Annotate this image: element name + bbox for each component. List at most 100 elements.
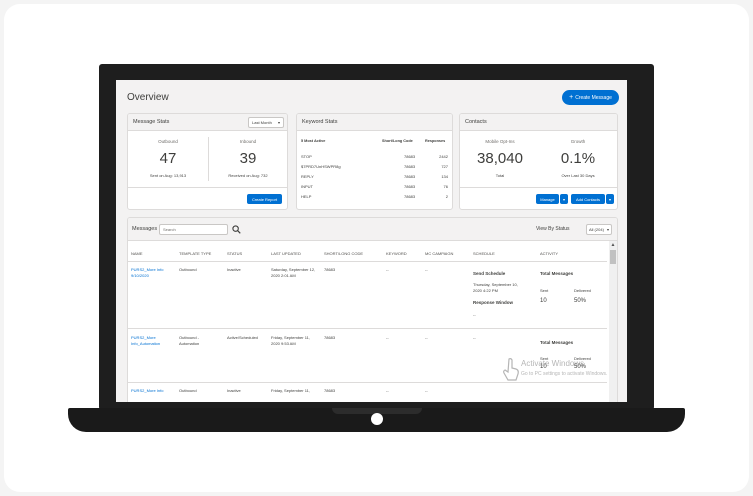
message-stats-header: Message Stats Last Month ▾ <box>128 114 287 131</box>
col-mc-campaign[interactable]: MC CAMPAIGN <box>425 251 453 256</box>
watermark-title: Activate Windows <box>521 359 585 368</box>
col-name[interactable]: NAME <box>131 251 143 256</box>
scroll-up-icon[interactable]: ▲ <box>610 242 616 248</box>
keyword-code: 78683 <box>404 154 416 159</box>
keyword-name: $7PRD7UnHSWPR8g <box>301 164 341 169</box>
contacts-title: Contacts <box>465 119 487 125</box>
template-type-line2: Automation <box>179 341 200 346</box>
col-template-type[interactable]: TEMPLATE TYPE <box>179 251 211 256</box>
optins-value: 38,040 <box>477 150 523 167</box>
last-updated-line2: 2020 2:01 AM <box>271 273 296 278</box>
mc-campaign: -- <box>425 335 428 340</box>
kw-col-most-active: 5 Most Active <box>301 139 326 143</box>
col-last-updated[interactable]: LAST UPDATED <box>271 251 301 256</box>
keyword: -- <box>386 267 389 272</box>
code: 78683 <box>324 388 336 393</box>
col-keyword[interactable]: KEYWORD <box>386 251 407 256</box>
message-name-link[interactable]: PURS2_More Info <box>131 388 163 394</box>
keyword-row: HELP 78683 2 <box>297 192 452 202</box>
inbound-value: 39 <box>239 150 257 167</box>
send-schedule-title: Send Schedule <box>473 271 506 276</box>
outbound-label: Outbound <box>158 139 178 144</box>
card-divider <box>460 187 617 188</box>
status-filter-select[interactable]: All (204) ▾ <box>586 224 612 235</box>
header-divider <box>128 261 607 262</box>
col-activity[interactable]: ACTIVITY <box>540 251 558 256</box>
keyword-code: 78683 <box>404 184 416 189</box>
sent-label: Sent <box>540 288 549 293</box>
keyword-responses: 2 <box>445 194 448 199</box>
schedule-value: -- <box>473 335 476 340</box>
inbound-stat: Inbound 39 Received on Aug: 732 <box>210 139 286 178</box>
scroll-thumb[interactable] <box>610 250 616 264</box>
last-updated-line2: 2020 9:53 AM <box>271 341 296 346</box>
growth-value: 0.1% <box>560 150 596 167</box>
sent-value: 10 <box>540 298 547 304</box>
status: Active/Scheduled <box>227 335 258 340</box>
keyword-name: REPLY <box>301 174 314 179</box>
growth-label: Growth <box>570 139 586 144</box>
growth-stat: Growth 0.1% Over Last 30 Days <box>540 139 616 178</box>
keyword-code: 78683 <box>404 194 416 199</box>
last-updated: Friday, September 11, <box>271 388 310 393</box>
period-select[interactable]: Last Month ▾ <box>248 117 284 128</box>
watermark-subtitle: Go to PC settings to activate Windows. <box>521 371 608 377</box>
keyword-row: REPLY 78683 134 <box>297 172 452 182</box>
activity-title: Total Messages <box>540 271 574 276</box>
chevron-down-icon: ▾ <box>606 227 609 232</box>
keyword-responses: 76 <box>443 184 448 189</box>
keyword: -- <box>386 335 389 340</box>
period-select-value: Last Month <box>252 120 272 125</box>
stat-divider <box>208 137 209 181</box>
keyword-name: INPUT <box>301 184 313 189</box>
message-stats-card: Message Stats Last Month ▾ Outbound 47 S… <box>127 113 288 210</box>
template-type: Outbound <box>179 388 197 393</box>
page-title: Overview <box>127 92 169 103</box>
manage-button[interactable]: Manage <box>536 194 559 204</box>
manage-dropdown-button[interactable]: ▾ <box>560 194 568 204</box>
response-window-title: Response Window <box>473 300 513 305</box>
delivered-label: Delivered <box>574 288 591 293</box>
contacts-header: Contacts <box>460 114 617 131</box>
inbound-label: Inbound <box>239 139 257 144</box>
app-screen: Overview + Create Message Message Stats … <box>116 80 627 402</box>
message-stats-title: Message Stats <box>133 119 170 125</box>
keyword-row: STOP 78683 2442 <box>297 152 452 162</box>
keyword-code: 78683 <box>404 164 416 169</box>
code: 78683 <box>324 335 336 340</box>
row-divider <box>128 328 607 329</box>
touch-hand-icon <box>503 358 519 381</box>
add-contacts-button[interactable]: Add Contacts <box>571 194 605 204</box>
search-icon[interactable] <box>232 225 241 234</box>
plus-icon: + <box>569 94 574 101</box>
message-name-link-line2[interactable]: Info_Automation <box>131 341 160 347</box>
search-input[interactable]: Search <box>159 224 228 235</box>
keyword-name: STOP <box>301 154 312 159</box>
response-window-value: -- <box>473 312 476 317</box>
add-contacts-dropdown-button[interactable]: ▾ <box>606 194 614 204</box>
kw-col-code: Short/Long Code <box>382 139 413 143</box>
card-divider <box>128 187 287 188</box>
chevron-down-icon: ▾ <box>277 120 280 125</box>
growth-sub: Over Last 30 Days <box>561 173 595 178</box>
optins-stat: Mobile Opt-Ins 38,040 Total <box>462 139 538 178</box>
message-name-link-line2[interactable]: 9/10/2020 <box>131 273 149 279</box>
create-report-button[interactable]: Create Report <box>247 194 282 204</box>
col-code[interactable]: SHORT/LONG CODE <box>324 251 363 256</box>
keyword-responses: 2442 <box>439 154 448 159</box>
messages-header: Messages Search View By Status All (204)… <box>128 218 617 241</box>
keyword-row: INPUT 78683 76 <box>297 182 452 192</box>
delivered-value: 50% <box>574 298 587 304</box>
create-message-label: Create Message <box>575 94 612 101</box>
laptop-indicator-dot <box>371 413 383 425</box>
code: 78683 <box>324 267 336 272</box>
optins-label: Mobile Opt-Ins <box>485 139 515 144</box>
col-status[interactable]: STATUS <box>227 251 242 256</box>
mc-campaign: -- <box>425 388 428 393</box>
col-schedule[interactable]: SCHEDULE <box>473 251 495 256</box>
contacts-card: Contacts Mobile Opt-Ins 38,040 Total Gro… <box>459 113 618 210</box>
keyword-responses: 727 <box>441 164 448 169</box>
create-message-button[interactable]: + Create Message <box>562 90 619 105</box>
keyword-stats-title: Keyword Stats <box>302 119 338 125</box>
keyword-responses: 134 <box>441 174 448 179</box>
